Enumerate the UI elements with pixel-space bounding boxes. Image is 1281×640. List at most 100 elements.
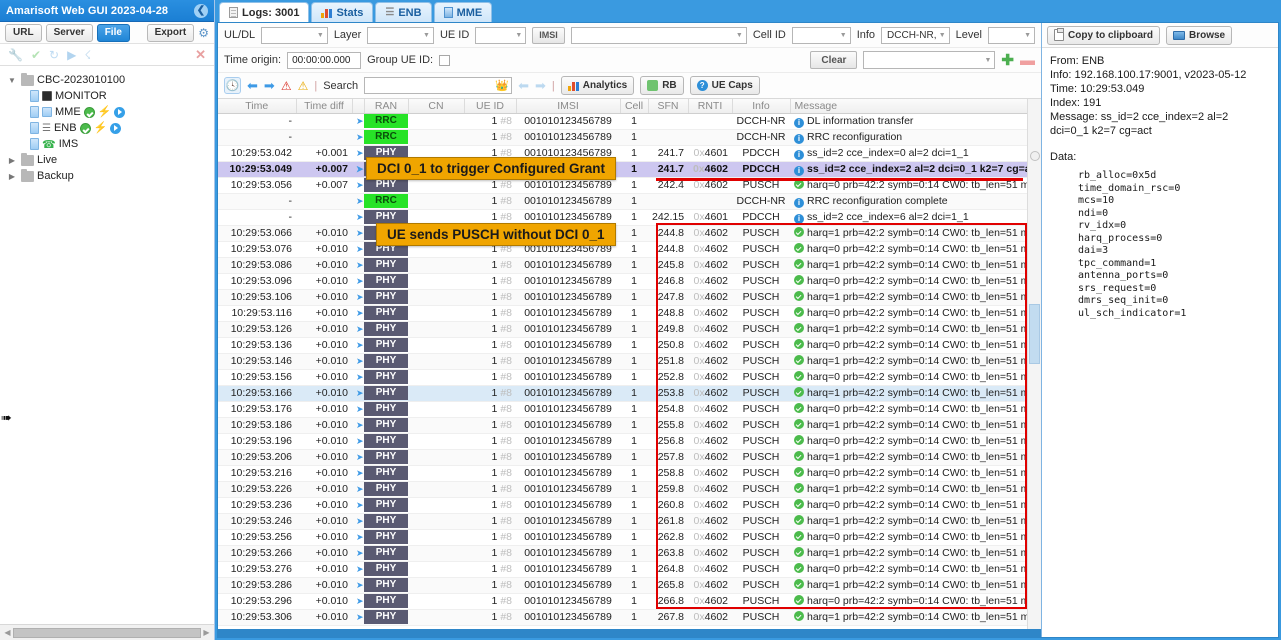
table-row[interactable]: - ➤ RRC 1 #8 001010123456789 1 DCCH-NR i DL info… — [218, 113, 1041, 130]
time-origin-input[interactable]: 00:00:00.000 — [287, 51, 362, 69]
wrench-icon[interactable]: 🔧 — [8, 48, 23, 62]
url-button[interactable]: URL — [5, 23, 42, 42]
scroll-thumb[interactable] — [13, 627, 201, 638]
close-x-icon[interactable]: ✕ — [195, 47, 206, 63]
ue-caps-button[interactable]: ? UE Caps — [689, 76, 760, 95]
col-rnti[interactable]: RNTI — [688, 99, 733, 114]
table-row[interactable]: 10:29:53.176 +0.010 ➤ PHY 1 #8 00101012345678… — [218, 401, 1041, 418]
search-next-icon[interactable]: ➡ — [535, 79, 546, 92]
col-timediff[interactable]: Time diff — [296, 99, 353, 114]
binoculars-icon[interactable]: 👑 — [495, 79, 509, 92]
scroll-marker-icon[interactable] — [1030, 151, 1040, 161]
tree-item-live[interactable]: ▶ Live — [6, 152, 214, 168]
table-row[interactable]: 10:29:53.266 +0.010 ➤ PHY 1 #8 00101012345678… — [218, 545, 1041, 562]
table-row[interactable]: 10:29:53.049+0.007➤PHY1 #800101012345678… — [218, 161, 1041, 178]
analytics-button[interactable]: Analytics — [560, 76, 635, 95]
add-preset-icon[interactable]: ✚ — [1001, 53, 1014, 68]
table-row[interactable]: 10:29:53.076 +0.010 ➤ PHY 1 #8 00101012345678… — [218, 241, 1041, 258]
col-imsi[interactable]: IMSI — [516, 99, 621, 114]
collapse-panel-icon[interactable]: ❮ — [194, 3, 208, 18]
table-row[interactable]: 10:29:53.246 +0.010 ➤ PHY 1 #8 00101012345678… — [218, 513, 1041, 530]
col-message[interactable]: Message — [790, 99, 1041, 114]
tab-logs[interactable]: Logs: 3001 — [219, 2, 310, 22]
chevron-down-icon[interactable]: ▼ — [6, 76, 18, 85]
chevron-right-icon[interactable]: ▶ — [6, 172, 18, 181]
tree-item-cbc[interactable]: ▼ CBC-2023010100 — [6, 72, 214, 88]
arrow-left-icon[interactable]: ⬅ — [247, 79, 258, 92]
plug-icon[interactable]: ☇ — [84, 48, 91, 62]
scroll-thumb[interactable] — [1029, 304, 1040, 364]
tree-item-enb[interactable]: ☰ ENB ⚡ — [6, 120, 214, 136]
check-circle-icon[interactable]: ✔ — [31, 48, 41, 62]
arrow-right-icon[interactable]: ➡ — [264, 79, 275, 92]
table-row[interactable]: 10:29:53.096 +0.010 ➤ PHY 1 #8 00101012345678… — [218, 273, 1041, 290]
tree-item-mme[interactable]: MME ⚡ — [6, 104, 214, 120]
col-info[interactable]: Info — [732, 99, 791, 114]
cellid-select[interactable]: ▼ — [791, 26, 851, 44]
col-ueid[interactable]: UE ID — [464, 99, 517, 114]
file-button[interactable]: File — [96, 23, 130, 42]
tree-item-backup[interactable]: ▶ Backup — [6, 168, 214, 184]
play-icon[interactable] — [114, 106, 126, 118]
search-input[interactable]: 👑 — [364, 77, 513, 94]
browse-button[interactable]: Browse — [1166, 25, 1233, 45]
table-row[interactable]: 10:29:53.196 +0.010 ➤ PHY 1 #8 00101012345678… — [218, 433, 1041, 450]
table-row[interactable]: 10:29:53.286 +0.010 ➤ PHY 1 #8 00101012345678… — [218, 577, 1041, 594]
clear-button[interactable]: Clear — [810, 51, 858, 69]
log-table-container[interactable]: Time Time diff RAN CN UE ID IMSI Cell SF… — [218, 99, 1041, 629]
table-row[interactable]: 10:29:53.136 +0.010 ➤ PHY 1 #8 00101012345678… — [218, 337, 1041, 354]
remove-preset-icon[interactable]: ▬ — [1020, 53, 1035, 68]
table-row[interactable]: 10:29:53.116 +0.010 ➤ PHY 1 #8 00101012345678… — [218, 305, 1041, 322]
imsi-select[interactable]: ▼ — [570, 26, 747, 44]
table-row[interactable]: 10:29:53.166 +0.010 ➤ PHY 1 #8 00101012345678… — [218, 385, 1041, 402]
col-cn[interactable]: CN — [408, 99, 465, 114]
col-ran[interactable]: RAN — [364, 99, 409, 114]
table-row[interactable]: - ➤ RRC 1 #8 001010123456789 1 DCCH-NR i RRC rec… — [218, 193, 1041, 210]
info-select[interactable]: DCCH-NR, ▼ — [881, 26, 950, 44]
tree-item-monitor[interactable]: MONITOR — [6, 88, 214, 104]
tab-enb[interactable]: ☰ ENB — [375, 2, 432, 22]
table-row[interactable]: 10:29:53.206 +0.010 ➤ PHY 1 #8 00101012345678… — [218, 449, 1041, 466]
table-row[interactable]: 10:29:53.296 +0.010 ➤ PHY 1 #8 00101012345678… — [218, 593, 1041, 610]
table-row[interactable]: 10:29:53.042 +0.001 ➤ PHY 1 #8 00101012345678… — [218, 145, 1041, 162]
table-row[interactable]: 10:29:53.106 +0.010 ➤ PHY 1 #8 00101012345678… — [218, 289, 1041, 306]
table-row[interactable]: 10:29:53.306 +0.010 ➤ PHY 1 #8 00101012345678… — [218, 609, 1041, 626]
level-select[interactable]: ▼ — [987, 26, 1035, 44]
table-row[interactable]: 10:29:53.236 +0.010 ➤ PHY 1 #8 00101012345678… — [218, 497, 1041, 514]
bolt-icon[interactable]: ⚡ — [94, 122, 108, 134]
refresh-icon[interactable]: ↻ — [49, 48, 59, 62]
imsi-button[interactable]: IMSI — [532, 26, 565, 44]
warning-triangle-icon[interactable]: ⚠ — [298, 80, 309, 92]
table-row[interactable]: 10:29:53.186 +0.010 ➤ PHY 1 #8 00101012345678… — [218, 417, 1041, 434]
table-row[interactable]: 10:29:53.226 +0.010 ➤ PHY 1 #8 00101012345678… — [218, 481, 1041, 498]
preset-select[interactable]: ▼ — [863, 51, 996, 69]
uldl-select[interactable]: ▼ — [261, 26, 328, 44]
tab-stats[interactable]: Stats — [311, 2, 374, 22]
export-button[interactable]: Export — [146, 23, 195, 42]
table-row[interactable]: - ➤ PHY 1 #8 001010123456789 1 242.15 0x4601 PDC… — [218, 209, 1041, 226]
error-triangle-icon[interactable]: ⚠ — [281, 80, 292, 92]
search-prev-icon[interactable]: ⬅ — [518, 79, 529, 92]
col-cell[interactable]: Cell — [620, 99, 649, 114]
layer-select[interactable]: ▼ — [367, 26, 434, 44]
play-icon[interactable] — [110, 122, 122, 134]
tab-mme[interactable]: MME — [433, 2, 493, 22]
chevron-right-icon[interactable]: ▶ — [6, 156, 18, 165]
scroll-left-icon[interactable]: ◀ — [2, 628, 13, 637]
table-row[interactable]: 10:29:53.086 +0.010 ➤ PHY 1 #8 00101012345678… — [218, 257, 1041, 274]
table-row[interactable]: 10:29:53.216 +0.010 ➤ PHY 1 #8 00101012345678… — [218, 465, 1041, 482]
col-sfn[interactable]: SFN — [648, 99, 689, 114]
bolt-icon[interactable]: ⚡ — [98, 106, 112, 118]
rb-button[interactable]: RB — [640, 76, 684, 95]
clock-icon[interactable]: 🕓 — [224, 77, 241, 94]
table-row[interactable]: 10:29:53.146 +0.010 ➤ PHY 1 #8 00101012345678… — [218, 353, 1041, 370]
log-vertical-scrollbar[interactable] — [1027, 99, 1041, 629]
col-time[interactable]: Time — [218, 99, 297, 114]
table-row[interactable]: - ➤ RRC 1 #8 001010123456789 1 DCCH-NR i RRC rec… — [218, 129, 1041, 146]
scroll-right-icon[interactable]: ▶ — [201, 628, 212, 637]
copy-to-clipboard-button[interactable]: Copy to clipboard — [1047, 25, 1160, 45]
group-ueid-checkbox[interactable] — [439, 54, 451, 66]
table-row[interactable]: 10:29:53.126 +0.010 ➤ PHY 1 #8 00101012345678… — [218, 321, 1041, 338]
table-row[interactable]: 10:29:53.066+0.010➤PHY1 #800101012345678… — [218, 225, 1041, 242]
log-horizontal-scrollbar[interactable] — [218, 629, 1041, 637]
